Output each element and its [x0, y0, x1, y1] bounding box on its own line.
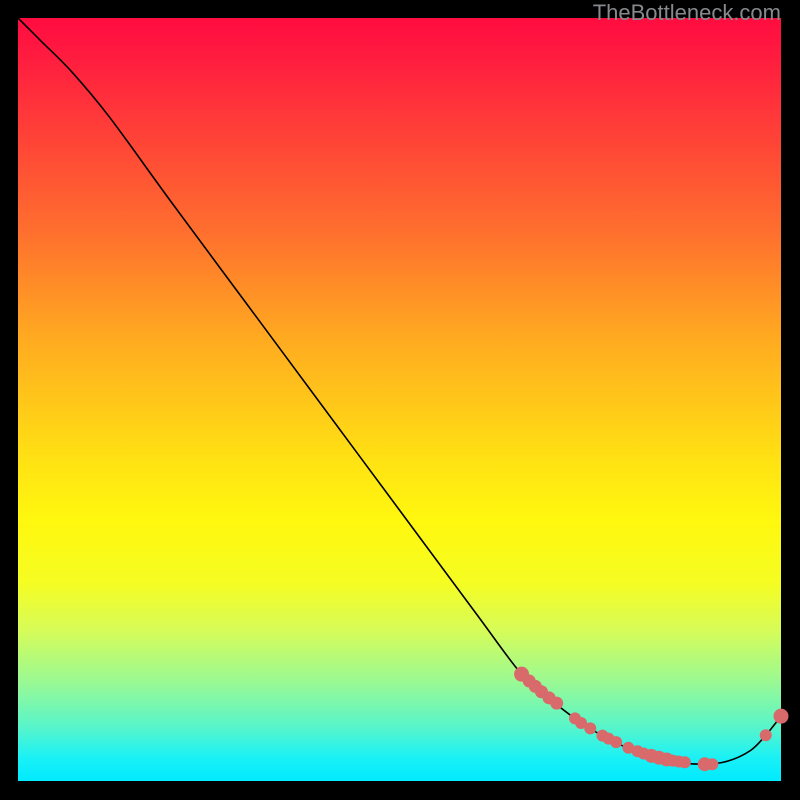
- data-points: [514, 667, 788, 772]
- data-point: [584, 722, 596, 734]
- data-point: [679, 756, 691, 768]
- chart-svg: [18, 18, 781, 781]
- plot-area: [18, 18, 781, 781]
- bottleneck-curve: [18, 18, 781, 764]
- watermark-text: TheBottleneck.com: [593, 0, 781, 26]
- data-point: [706, 758, 718, 770]
- chart-frame: TheBottleneck.com: [0, 0, 800, 800]
- data-point: [550, 697, 563, 710]
- data-point: [610, 736, 622, 748]
- data-point: [774, 709, 789, 724]
- data-point: [760, 729, 772, 741]
